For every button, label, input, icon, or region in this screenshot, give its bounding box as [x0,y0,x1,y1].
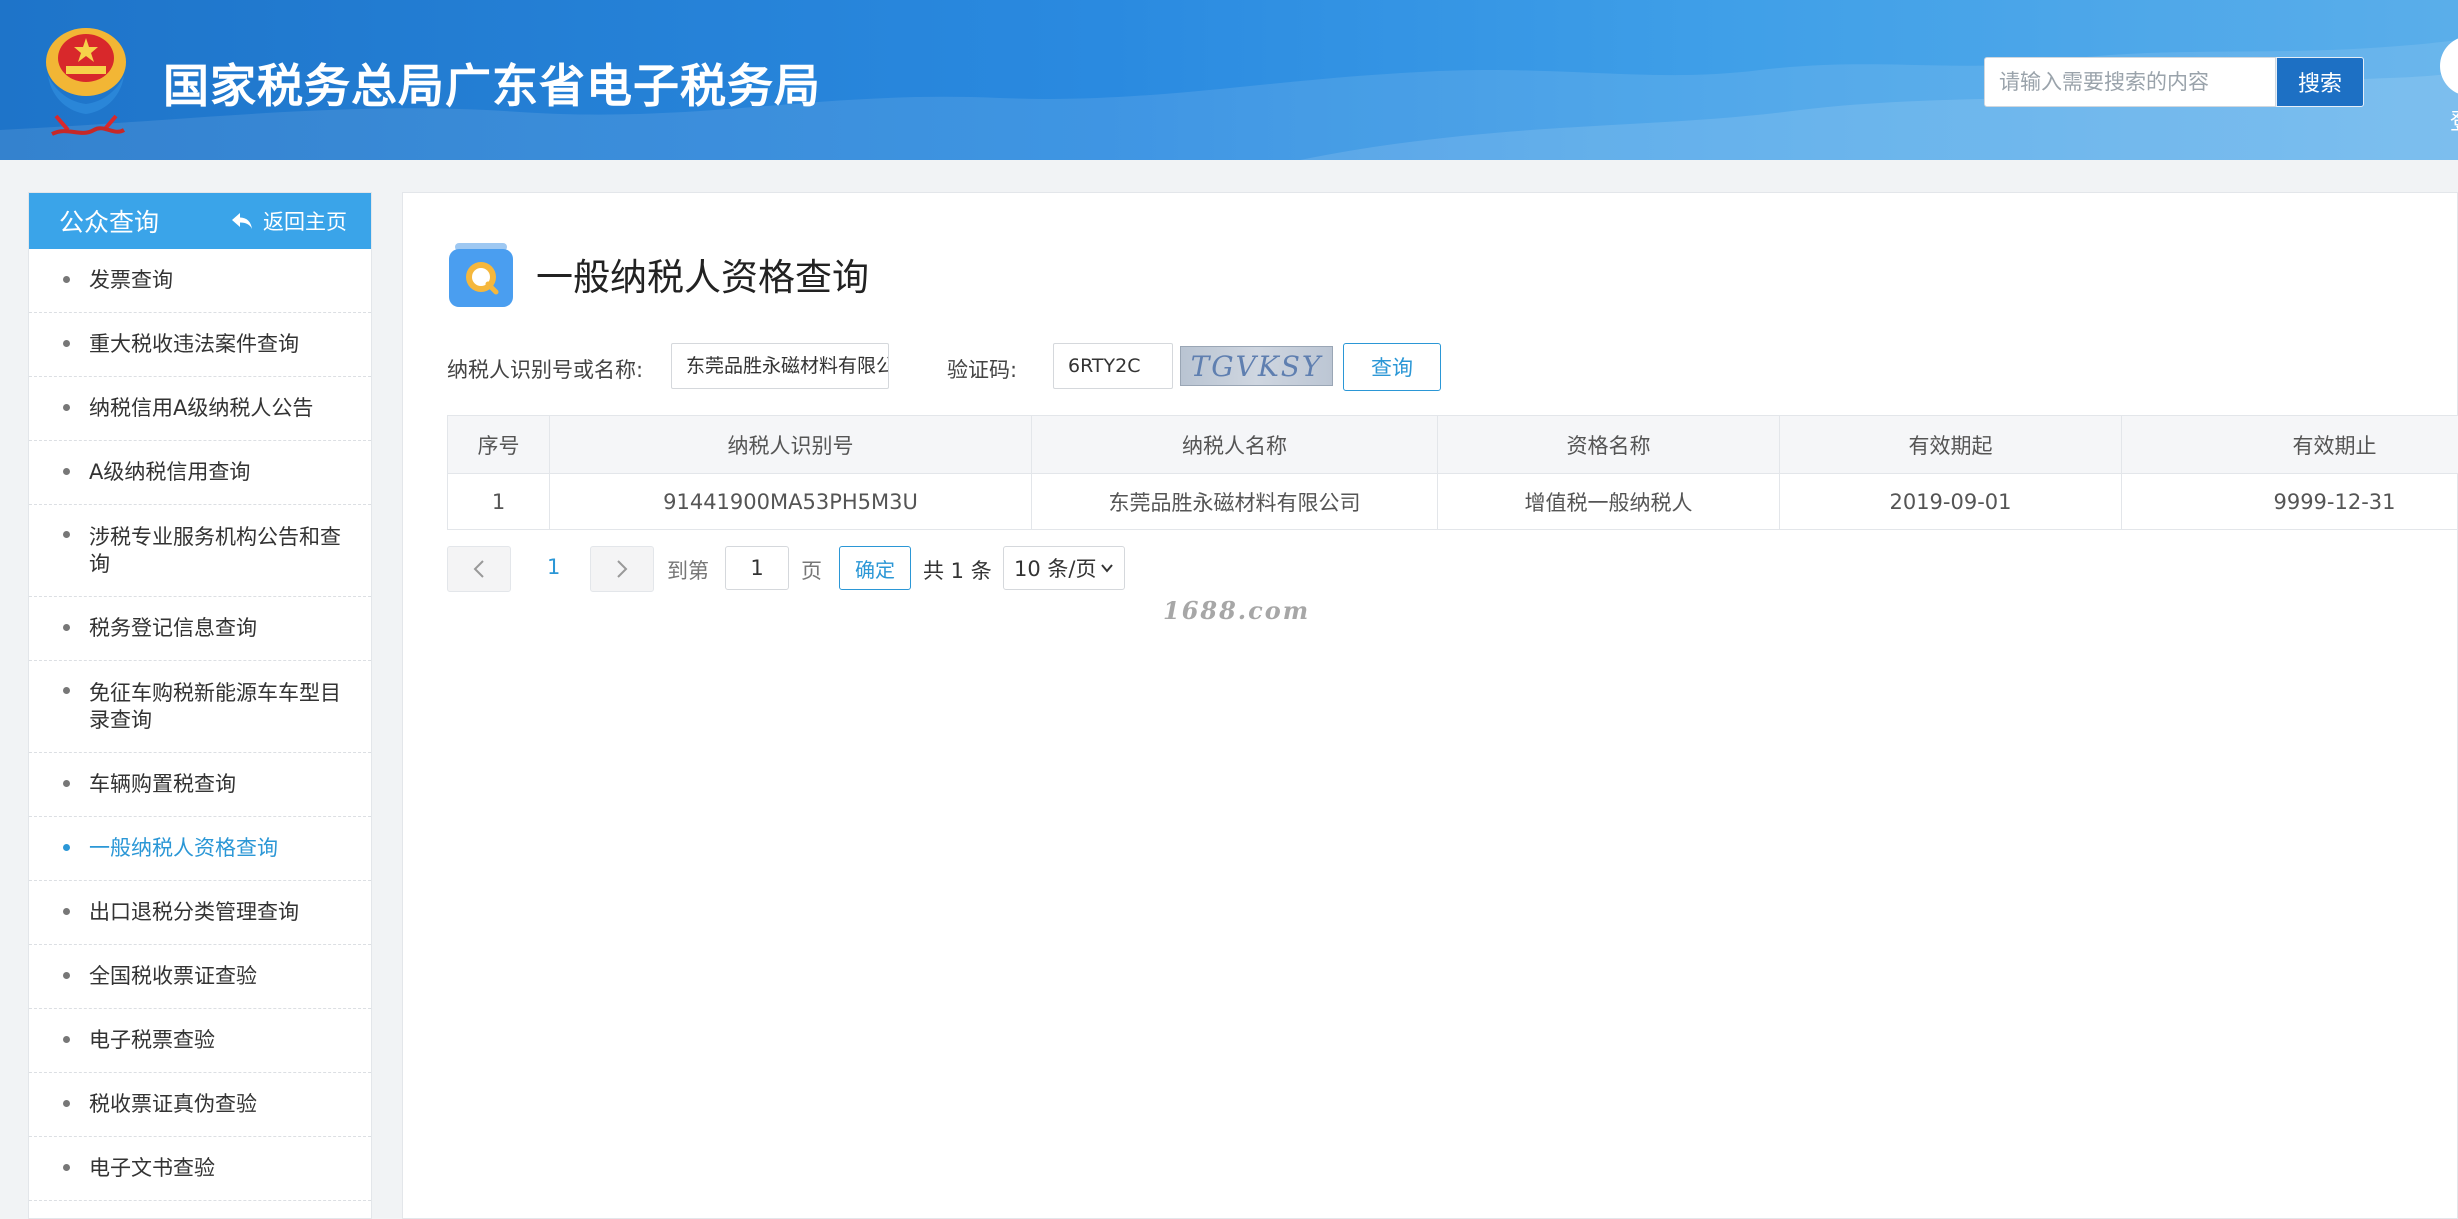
bullet-dot [63,780,70,787]
reply-arrow-icon [232,213,252,229]
sidebar-item-tax-registration[interactable]: 税务登记信息查询 [29,597,371,661]
prev-page-button[interactable] [447,546,511,592]
table-cell: 91441900MA53PH5M3U [549,473,1032,530]
bullet-dot [63,531,70,538]
bullet-dot [63,340,70,347]
column-header: 纳税人识别号 [549,415,1032,474]
back-home-link[interactable]: 返回主页 [231,206,347,236]
goto-page-input[interactable] [725,546,789,590]
total-count: 共 1 条 [923,559,992,583]
sidebar-item-e-voucher[interactable]: 电子税票查验 [29,1009,371,1073]
national-emblem-icon [46,28,126,136]
captcha-image[interactable]: TGVKSY [1180,346,1333,386]
page-title: 一般纳税人资格查询 [536,256,869,299]
sidebar-item-e-document[interactable]: 电子文书查验 [29,1137,371,1201]
sidebar-title: 公众查询 [59,208,160,237]
table-cell: 增值税一般纳税人 [1437,473,1780,530]
sidebar-item-label: 税收票证真伪查验 [89,1092,257,1116]
table-cell: 1 [447,473,550,530]
sidebar-item-label: 免征车购税新能源车车型目录查询 [89,680,341,732]
table-cell: 9999-12-31 [2121,473,2458,530]
sidebar-item-export-rebate[interactable]: 出口退税分类管理查询 [29,881,371,945]
page-size-value: 10 条/页 [1014,557,1097,581]
chevron-right-icon [617,560,628,578]
sidebar-item-a-credit-query[interactable]: A级纳税信用查询 [29,441,371,505]
goto-label: 到第 [667,559,709,583]
bullet-dot [63,276,70,283]
result-table: 序号 纳税人识别号 纳税人名称 资格名称 有效期起 有效期止 1 9144190… [447,415,2458,530]
column-header: 纳税人名称 [1031,415,1438,474]
sidebar-item-national-voucher[interactable]: 全国税收票证查验 [29,945,371,1009]
result-table-wrap: 序号 纳税人识别号 纳税人名称 资格名称 有效期起 有效期止 1 9144190… [447,415,2458,530]
table-header-row: 序号 纳税人识别号 纳税人名称 资格名称 有效期起 有效期止 [447,415,2458,474]
sidebar-item-invoice-query[interactable]: 发票查询 [29,249,371,313]
table-row: 1 91441900MA53PH5M3U 东莞品胜永磁材料有限公司 增值税一般纳… [447,473,2458,530]
site-header: 国家税务总局广东省电子税务局 搜索 登 [0,0,2458,160]
bullet-dot [63,908,70,915]
sidebar-item-tax-agency[interactable]: 涉税专业服务机构公告和查询 [29,505,371,597]
sidebar-item-label: 电子文书查验 [89,1156,215,1180]
sidebar-item-label: A级纳税信用查询 [89,460,251,484]
site-title: 国家税务总局广东省电子税务局 [163,59,821,113]
column-header: 序号 [447,415,550,474]
bullet-dot [63,687,70,694]
sidebar-item-label: 纳税信用A级纳税人公告 [89,396,314,420]
bullet-dot [63,404,70,411]
column-header: 有效期起 [1779,415,2122,474]
sidebar-item-vehicle-tax[interactable]: 车辆购置税查询 [29,753,371,817]
sidebar-item-voucher-authenticity[interactable]: 税收票证真伪查验 [29,1073,371,1137]
back-home-label: 返回主页 [263,210,347,234]
bullet-dot [63,1164,70,1171]
sidebar-item-nev-catalog[interactable]: 免征车购税新能源车车型目录查询 [29,661,371,753]
column-header: 有效期止 [2121,415,2458,474]
sidebar: 公众查询 返回主页 发票查询 重大税收违法案件查询 纳税信用A级纳税人公告 A级… [28,192,372,1219]
search-button[interactable]: 搜索 [2276,57,2364,107]
taxpayer-id-input[interactable]: 东莞品胜永磁材料有限公 [671,343,889,389]
sidebar-item-general-taxpayer[interactable]: 一般纳税人资格查询 [29,817,371,881]
chevron-left-icon [473,560,484,578]
sidebar-header: 公众查询 返回主页 [29,193,371,249]
sidebar-item-a-credit-notice[interactable]: 纳税信用A级纳税人公告 [29,377,371,441]
column-header: 资格名称 [1437,415,1780,474]
sidebar-item-major-violation[interactable]: 重大税收违法案件查询 [29,313,371,377]
bullet-dot [63,972,70,979]
sidebar-item-label: 全国税收票证查验 [89,964,257,988]
bullet-dot [63,624,70,631]
login-label[interactable]: 登 [2450,104,2458,136]
sidebar-item-label: 一般纳税人资格查询 [89,836,278,860]
captcha-input[interactable]: 6RTY2C [1053,343,1173,389]
sidebar-item-label: 出口退税分类管理查询 [89,900,299,924]
next-page-button[interactable] [590,546,654,592]
watermark: 1688.com [1163,596,1311,625]
sidebar-item-label: 涉税专业服务机构公告和查询 [89,524,341,576]
captcha-image-text: TGVKSY [1190,349,1323,383]
taxpayer-id-label: 纳税人识别号或名称: [447,358,644,382]
main-panel: 一般纳税人资格查询 纳税人识别号或名称: 东莞品胜永磁材料有限公 验证码: 6R… [402,192,2458,1219]
sidebar-item-label: 税务登记信息查询 [89,616,257,640]
bullet-dot [63,844,70,851]
sidebar-item-label: 车辆购置税查询 [89,772,236,796]
search-input[interactable] [1984,57,2276,107]
page-unit-label: 页 [801,559,822,583]
bullet-dot [63,1100,70,1107]
goto-confirm-button[interactable]: 确定 [839,546,911,590]
bullet-dot [63,468,70,475]
query-button[interactable]: 查询 [1343,343,1441,391]
page-size-select[interactable]: 10 条/页 [1003,546,1125,590]
table-cell: 东莞品胜永磁材料有限公司 [1031,473,1438,530]
page-number-current[interactable]: 1 [547,555,560,579]
bullet-dot [63,1036,70,1043]
search-document-icon [449,243,513,307]
sidebar-item-label: 发票查询 [89,268,173,292]
sidebar-item-label: 电子税票查验 [89,1028,215,1052]
sidebar-item-label: 重大税收违法案件查询 [89,332,299,356]
captcha-label: 验证码: [947,358,1018,382]
chevron-down-icon [1101,564,1113,573]
table-cell: 2019-09-01 [1779,473,2122,530]
